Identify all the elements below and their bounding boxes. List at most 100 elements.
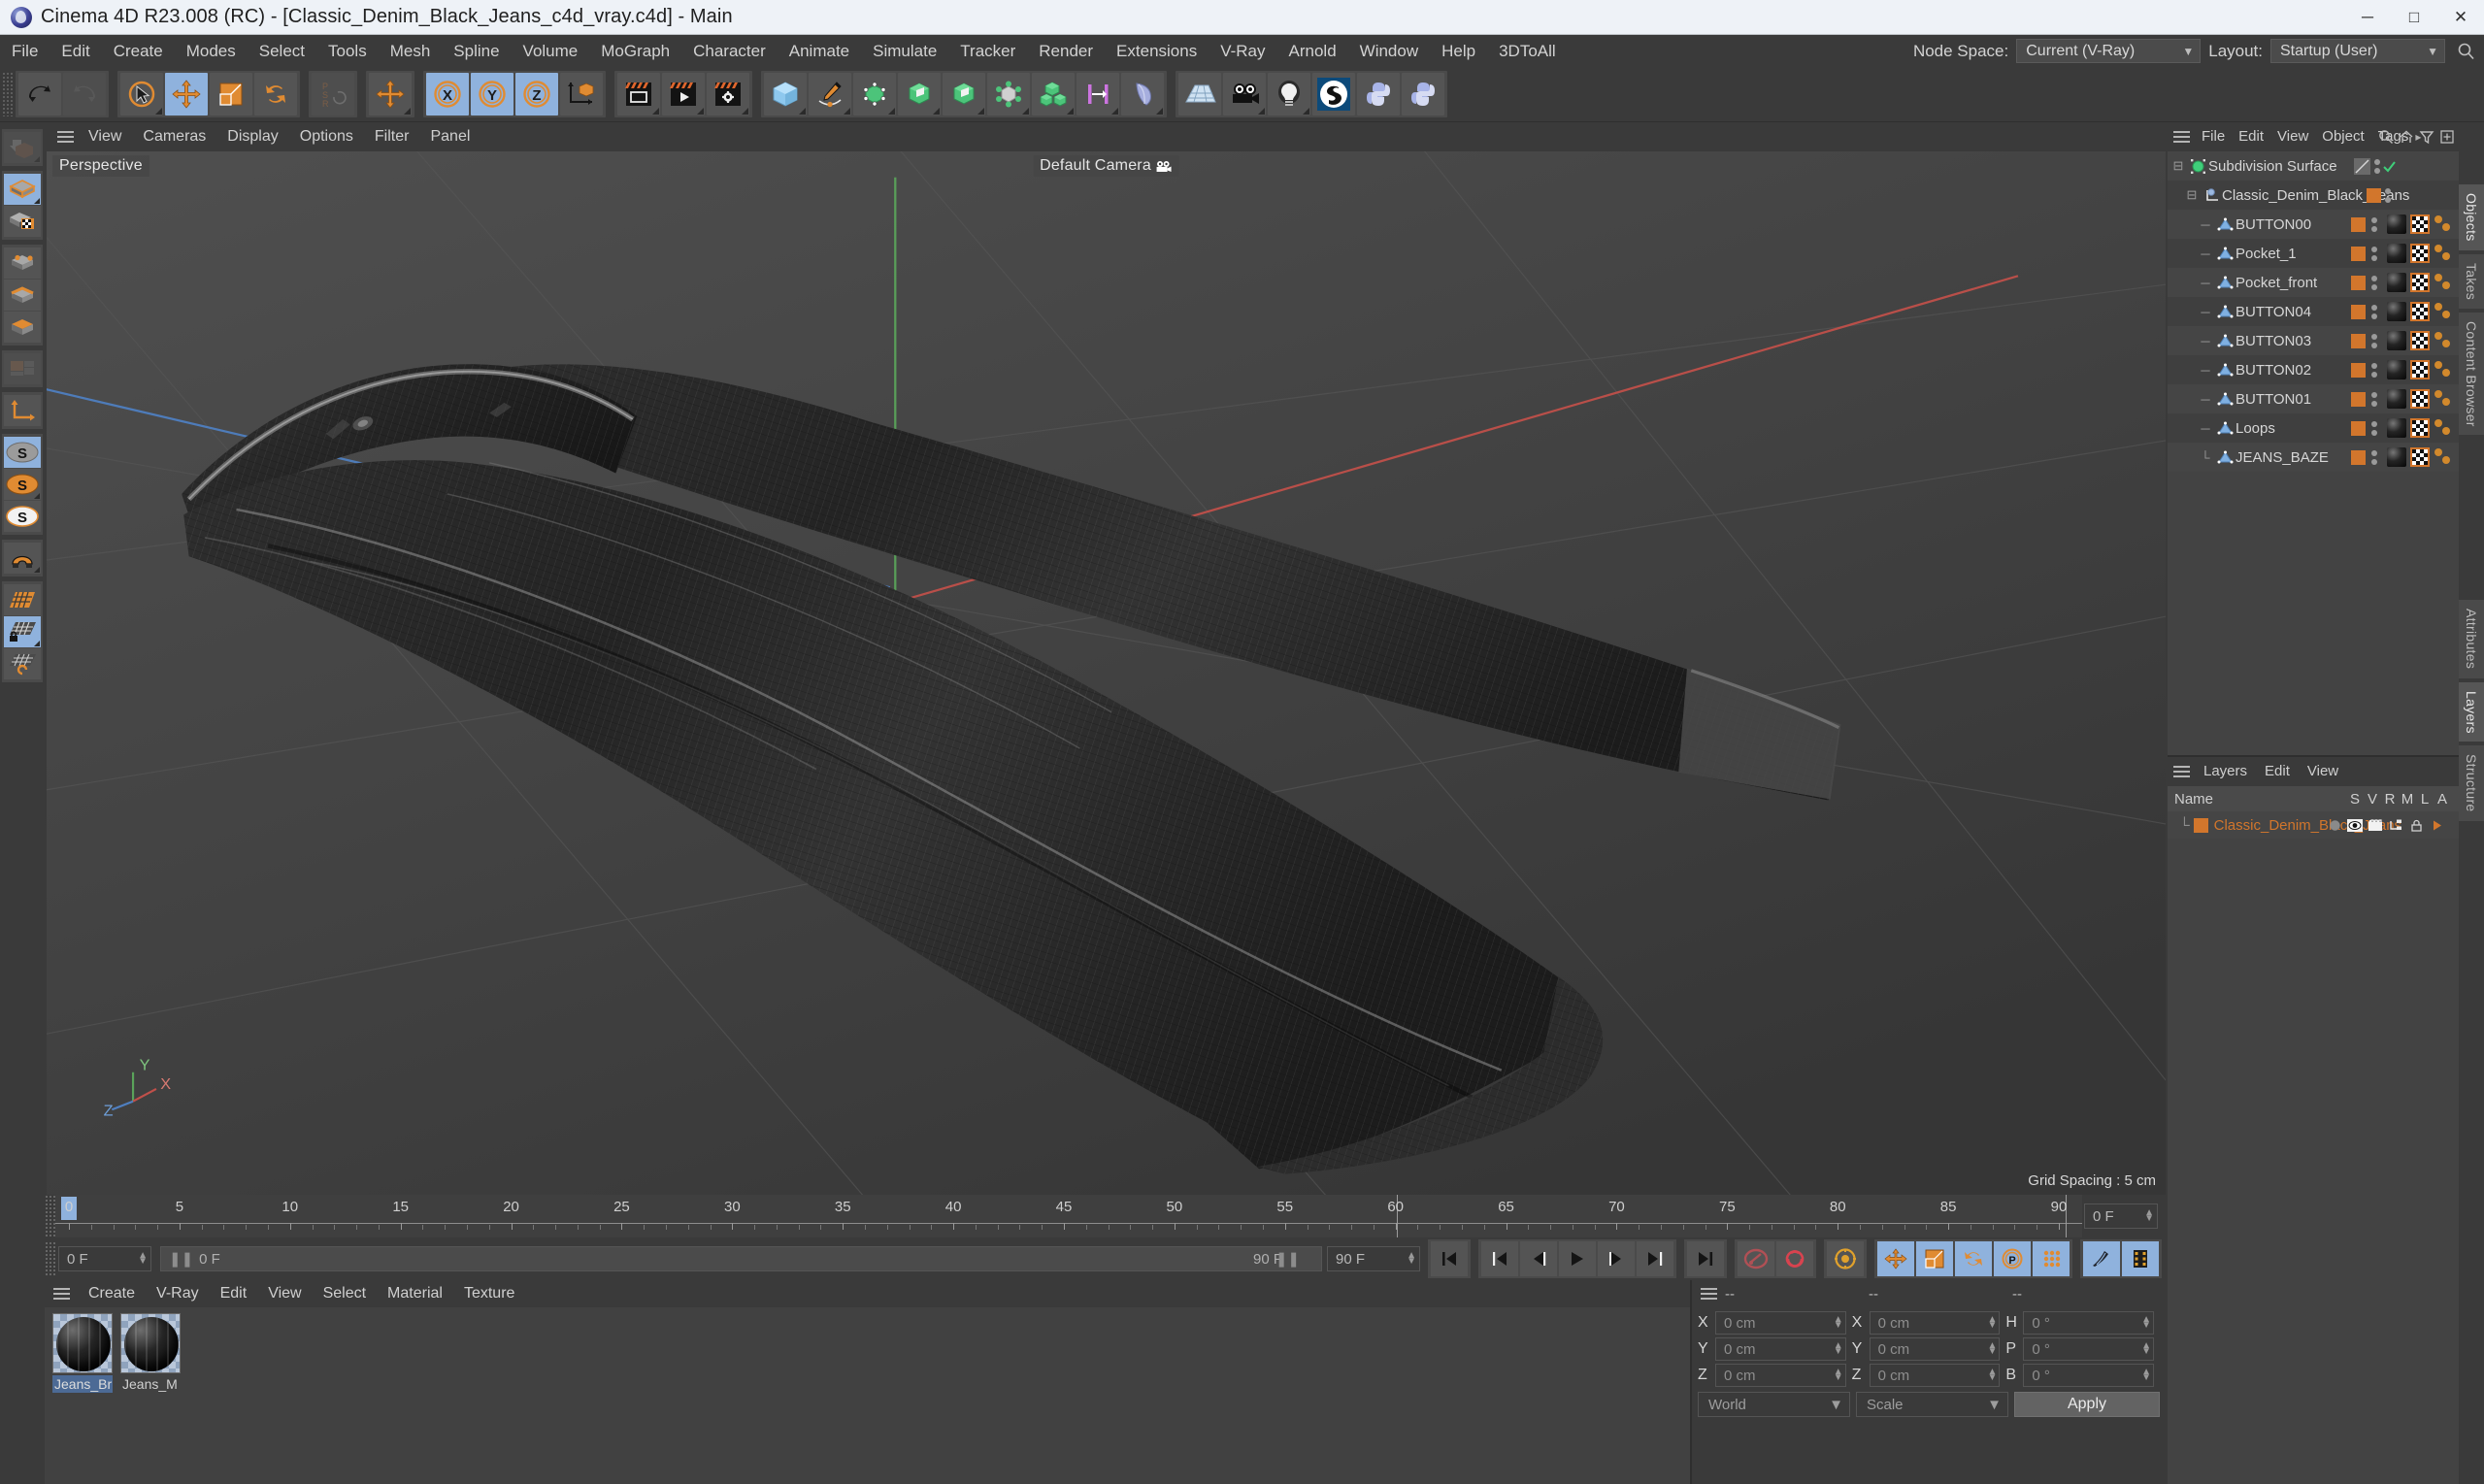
visibility-dots-icon[interactable] [2371,216,2377,232]
viewport-menu-display[interactable]: Display [216,122,288,151]
visibility-dots-icon[interactable] [2371,449,2377,465]
make-editable-button[interactable] [4,132,41,163]
visibility-dots-icon[interactable] [2371,420,2377,436]
layer-render-icon[interactable] [2367,816,2384,834]
close-button[interactable]: ✕ [2437,0,2484,35]
uv-mode-button[interactable] [4,353,41,384]
menu-item-edit[interactable]: Edit [50,35,101,67]
coordinate-mode-select[interactable]: Scale ▼ [1856,1392,2008,1417]
spinner-icon[interactable]: ▲ ▼ [2141,1341,2151,1357]
layer-menu-view[interactable]: View [2299,757,2347,786]
visibility-dots-icon[interactable] [2371,362,2377,378]
position-y-field[interactable]: 0 cm ▲ ▼ [1715,1337,1846,1361]
add-cube-array-button[interactable] [1032,73,1075,115]
object-menu-file[interactable]: File [2195,122,2232,151]
menu-item-mograph[interactable]: MoGraph [589,35,681,67]
display-override-icon[interactable] [2354,157,2370,175]
uv-tag-icon[interactable] [2410,273,2430,292]
selection-tag-icon[interactable] [2434,331,2455,350]
layout-select[interactable]: Startup (User) ▼ [2270,39,2445,63]
add-mograph-button[interactable] [987,73,1030,115]
layer-color-square[interactable] [2351,420,2366,436]
object-tree[interactable]: ⊟ Subdivision Surface ⊟ Classic_Denim_Bl… [2168,151,2459,755]
maximize-button[interactable]: □ [2391,0,2437,35]
layer-color-square[interactable] [2351,333,2366,348]
tab-structure[interactable]: Structure [2459,745,2484,821]
frame-number-field[interactable]: 0 F ▲ ▼ [58,1246,151,1271]
layer-animation-icon[interactable] [2428,816,2445,834]
menu-item-animate[interactable]: Animate [778,35,861,67]
tab-attributes[interactable]: Attributes [2459,600,2484,678]
menu-item-modes[interactable]: Modes [175,35,248,67]
go-to-next-key-button[interactable] [1637,1241,1673,1276]
coordinate-system-select[interactable]: World ▼ [1698,1392,1850,1417]
spinner-icon[interactable]: ▲ ▼ [1987,1341,1997,1357]
object-menu-view[interactable]: View [2270,122,2315,151]
add-deformer-button[interactable] [943,73,985,115]
lock-x-axis-button[interactable]: X [426,73,469,115]
position-z-field[interactable]: 0 cm ▲ ▼ [1715,1364,1846,1387]
current-frame-field[interactable]: 0 F ▲ ▼ [2084,1204,2158,1229]
material-tag-icon[interactable] [2387,447,2406,467]
spinner-icon[interactable]: ▲ ▼ [2144,1208,2154,1224]
uv-tag-icon[interactable] [2410,360,2430,379]
spinner-icon[interactable]: ▲ ▼ [1834,1341,1843,1357]
layer-manager-menu-icon[interactable] [2168,763,2195,780]
scale-tool-button[interactable] [210,73,252,115]
node-space-select[interactable]: Current (V-Ray) ▼ [2016,39,2202,63]
menu-item-file[interactable]: File [0,35,50,67]
search-icon[interactable] [2453,39,2478,64]
selection-tag-icon[interactable] [2434,273,2455,292]
add-hair-button[interactable] [1121,73,1164,115]
go-to-end-button[interactable] [1687,1241,1724,1276]
search-icon[interactable] [2378,129,2394,145]
menu-item-character[interactable]: Character [681,35,778,67]
layer-color-square[interactable] [2351,449,2366,465]
layer-menu-edit[interactable]: Edit [2256,757,2299,786]
render-view-button[interactable] [617,73,660,115]
playbar-grip[interactable] [45,1241,55,1276]
material-menu-create[interactable]: Create [78,1280,146,1307]
go-to-previous-frame-button[interactable] [1520,1241,1557,1276]
object-row-pocket-1[interactable]: ─ Pocket_1 [2168,239,2459,268]
material-tag-icon[interactable] [2387,244,2406,263]
menu-item-extensions[interactable]: Extensions [1105,35,1209,67]
object-manager-menu-icon[interactable] [2168,128,2195,146]
add-spline-button[interactable] [809,73,851,115]
tab-content-browser[interactable]: Content Browser [2459,312,2484,436]
menu-item-tracker[interactable]: Tracker [948,35,1027,67]
object-row-button01[interactable]: ─ BUTTON01 [2168,384,2459,413]
add-floor-button[interactable] [1178,73,1221,115]
object-row-button03[interactable]: ─ BUTTON03 [2168,326,2459,355]
axis-mode-button[interactable] [4,395,41,426]
add-nurbs-button[interactable] [853,73,896,115]
viewport-menu-view[interactable]: View [78,122,132,151]
timeline-ruler[interactable]: 0 5 10 15 20 25 30 35 40 45 50 55 60 65 70 75 80 85 90 [55,1195,2082,1237]
material-menu-texture[interactable]: Texture [453,1280,525,1307]
menu-item-select[interactable]: Select [248,35,316,67]
rotation-key-button[interactable] [1955,1241,1992,1276]
uv-tag-icon[interactable] [2410,244,2430,263]
visibility-dots-icon[interactable] [2371,333,2377,348]
minimize-button[interactable]: ─ [2344,0,2391,35]
layer-color-square[interactable] [2351,362,2366,378]
selection-tag-icon[interactable] [2434,418,2455,438]
layer-color-square[interactable] [2351,275,2366,290]
workplane-rotate-button[interactable] [4,648,41,679]
menu-item-window[interactable]: Window [1348,35,1430,67]
visibility-dots-icon[interactable] [2371,304,2377,319]
spinner-icon[interactable]: ▲ ▼ [138,1251,148,1267]
lock-workplane-button[interactable] [4,616,41,647]
expander-icon[interactable]: ⊟ [2183,187,2201,203]
record-active-objects-button[interactable] [1738,1241,1774,1276]
layer-menu-layers[interactable]: Layers [2195,757,2256,786]
uv-tag-icon[interactable] [2410,389,2430,409]
material-menu-vray[interactable]: V-Ray [146,1280,210,1307]
edge-mode-button[interactable] [4,280,41,311]
viewport-menu-cameras[interactable]: Cameras [132,122,216,151]
layer-color-square[interactable] [2351,391,2366,407]
python-console-button[interactable] [1402,73,1444,115]
selection-tag-icon[interactable] [2434,244,2455,263]
go-to-start-button[interactable] [1431,1241,1468,1276]
apply-button[interactable]: Apply [2014,1392,2160,1417]
